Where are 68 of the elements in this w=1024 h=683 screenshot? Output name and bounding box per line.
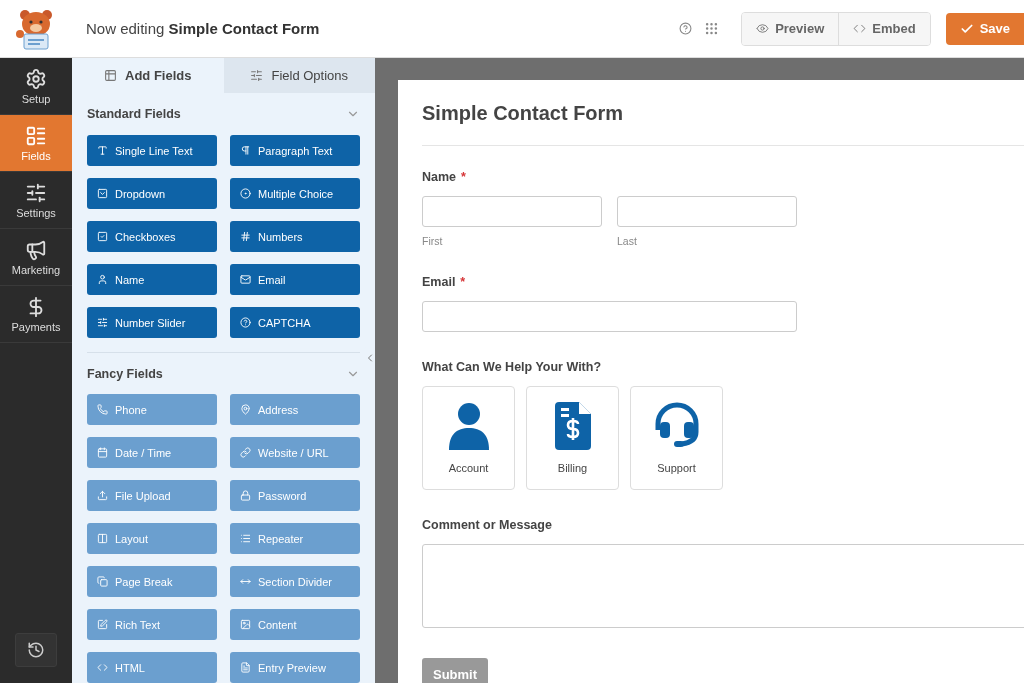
form-title: Simple Contact Form (422, 102, 1024, 146)
list-icon (25, 124, 47, 147)
table-icon (104, 69, 117, 82)
add-field-button[interactable]: Email (230, 264, 360, 295)
add-field-button[interactable]: Checkboxes (87, 221, 217, 252)
eye-icon (756, 22, 770, 35)
document-icon (240, 662, 251, 673)
invoice-icon (554, 402, 591, 450)
page-title: Now editing Simple Contact Form (86, 20, 321, 37)
user-icon (97, 274, 108, 285)
panel-tab[interactable]: Field Options (223, 58, 375, 93)
add-field-button[interactable]: Single Line Text (87, 135, 217, 166)
radio-icon (240, 188, 251, 199)
upload-icon (97, 490, 108, 501)
pen-square-icon (97, 619, 108, 630)
field-label: What Can We Help Your With? (422, 360, 603, 374)
add-field-button[interactable]: Number Slider (87, 307, 217, 338)
columns-icon (97, 533, 108, 544)
embed-button[interactable]: Embed (838, 12, 930, 45)
code-icon (97, 662, 108, 673)
email-input[interactable] (422, 301, 797, 332)
megaphone-icon (25, 238, 47, 261)
sublabel: Last (617, 235, 638, 247)
field-label: Name * (422, 170, 467, 184)
choice-option[interactable]: Account (422, 386, 515, 490)
section-title: Fancy Fields (87, 366, 163, 381)
horizontal-arrows-icon (240, 576, 251, 587)
choice-option[interactable]: Billing (526, 386, 619, 490)
add-field-button[interactable]: Name (87, 264, 217, 295)
message-textarea[interactable] (422, 544, 1024, 628)
link-icon (240, 447, 251, 458)
copy-icon (97, 576, 108, 587)
calendar-icon (97, 447, 108, 458)
add-field-button[interactable]: CAPTCHA (230, 307, 360, 338)
choice-option[interactable]: Support (630, 386, 723, 490)
code-icon (853, 22, 867, 35)
history-button[interactable] (15, 633, 57, 667)
phone-icon (97, 404, 108, 415)
sublabel: First (422, 235, 444, 247)
grid-dots-icon[interactable] (704, 21, 720, 36)
question-icon (240, 317, 251, 328)
envelope-icon (240, 274, 251, 285)
gear-icon (25, 67, 47, 90)
sliders-icon (25, 181, 47, 204)
checkbox-icon (97, 231, 108, 242)
add-field-button[interactable]: Dropdown (87, 178, 217, 209)
help-icon[interactable] (679, 22, 693, 35)
name-input[interactable] (422, 196, 602, 227)
name-input[interactable] (617, 196, 797, 227)
person-icon (446, 402, 491, 450)
sliders-icon (97, 317, 108, 328)
add-field-button[interactable]: Paragraph Text (230, 135, 360, 166)
add-field-button[interactable]: Numbers (230, 221, 360, 252)
section-title: Standard Fields (87, 107, 181, 121)
lock-icon (240, 490, 251, 501)
add-field-button[interactable]: Multiple Choice (230, 178, 360, 209)
map-pin-icon (240, 404, 251, 415)
field-label: Comment or Message (422, 518, 553, 532)
hash-icon (240, 231, 251, 242)
field-label: Email * (422, 275, 467, 289)
sliders-icon (250, 69, 264, 82)
text-cursor-icon (97, 145, 108, 156)
pilcrow-icon (240, 145, 251, 156)
image-icon (240, 619, 251, 630)
dropdown-icon (97, 188, 108, 199)
preview-button[interactable]: Preview (742, 12, 839, 45)
list-icon (240, 533, 251, 544)
history-icon (27, 641, 45, 659)
